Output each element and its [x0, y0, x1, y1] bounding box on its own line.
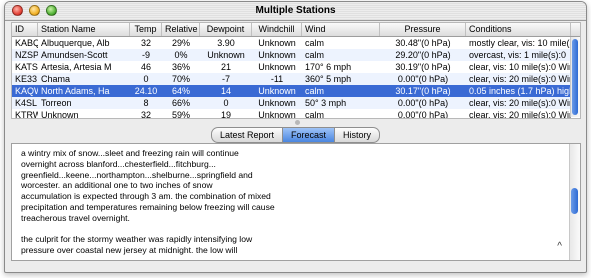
column-header-dewpoint[interactable]: Dewpoint [200, 23, 252, 36]
column-header-conditions[interactable]: Conditions [466, 23, 571, 36]
table-row[interactable]: KABQ Albuquerque, Alb 32 29% 3.90 Unknow… [12, 37, 580, 49]
cell-station-name: Amundsen-Scott [41, 50, 108, 60]
tab-forecast[interactable]: Forecast [283, 127, 336, 143]
column-header-pressure[interactable]: Pressure [380, 23, 466, 36]
cell-wind: 170° 6 mph [305, 62, 352, 72]
forecast-scrollbar[interactable] [569, 144, 580, 260]
cell-relative: 36% [171, 62, 190, 72]
column-header-station-name[interactable]: Station Name [38, 23, 130, 36]
cell-conditions: clear, vis: 20 mile(s):0 Wind from the N [469, 74, 571, 84]
cell-wind: 360° 5 mph [305, 74, 352, 84]
cell-windchill: Unknown [258, 38, 296, 48]
cell-id: KATS [15, 62, 38, 72]
table-scrollbar[interactable] [570, 37, 580, 117]
cell-wind: calm [305, 86, 325, 96]
cell-dewpoint: 14 [220, 86, 231, 96]
cell-id: KABQ [15, 38, 38, 48]
cell-relative: 0% [174, 50, 188, 60]
app-window: Multiple Stations ID Station Name Temp R… [4, 1, 587, 273]
cell-windchill: Unknown [258, 62, 296, 72]
stations-table[interactable]: ID Station Name Temp Relative Dewpoint W… [11, 22, 581, 119]
cell-windchill: -11 [270, 74, 284, 84]
column-header-id[interactable]: ID [12, 23, 38, 36]
cell-wind: calm [305, 110, 325, 119]
cell-id: NZSP [15, 50, 38, 60]
cell-temp: 24.10 [134, 86, 158, 96]
cell-wind: calm [305, 50, 325, 60]
cell-dewpoint: Unknown [207, 50, 245, 60]
cell-relative: 29% [171, 38, 190, 48]
cell-windchill: Unknown [258, 110, 296, 119]
cell-conditions: clear, vis: 20 mile(s):0 Wind Calm:0 [469, 110, 571, 119]
cell-station-name: Albuquerque, Alb [41, 38, 110, 48]
cell-dewpoint: -7 [221, 74, 230, 84]
cell-station-name: Chama [41, 74, 71, 84]
cell-windchill: Unknown [258, 98, 296, 108]
cell-wind: calm [305, 38, 325, 48]
cell-temp: 46 [140, 62, 151, 72]
cell-pressure: 0.00"(0 hPa) [397, 74, 449, 84]
cell-pressure: 30.19"(0 hPa) [395, 62, 451, 72]
cell-temp: 32 [140, 38, 151, 48]
cell-temp: 32 [140, 110, 151, 119]
cell-pressure: 29.20"(0 hPa) [395, 50, 451, 60]
cell-conditions: mostly clear, vis: 10 mile(s):0 Wind Cal… [469, 38, 571, 48]
title-bar[interactable]: Multiple Stations [5, 2, 586, 21]
cell-dewpoint: 3.90 [217, 38, 235, 48]
cell-conditions: overcast, vis: 1 mile(s):0 [469, 50, 567, 60]
cell-pressure: 30.17"(0 hPa) [395, 86, 451, 96]
column-header-windchill[interactable]: Windchill [252, 23, 302, 36]
cell-pressure: 0.00"(0 hPa) [397, 98, 449, 108]
table-row[interactable]: KATS Artesia, Artesia M 46 36% 21 Unknow… [12, 61, 580, 73]
cell-id: KAQW [15, 86, 38, 96]
splitter-grip-icon[interactable] [295, 120, 300, 125]
column-header-relative[interactable]: Relative [162, 23, 200, 36]
window-title: Multiple Stations [255, 5, 336, 16]
cell-temp: 0 [143, 74, 149, 84]
cell-dewpoint: 21 [220, 62, 231, 72]
cell-station-name: Artesia, Artesia M [41, 62, 112, 72]
cell-dewpoint: 19 [220, 110, 231, 119]
cell-wind: 50° 3 mph [305, 98, 347, 108]
column-header-temp[interactable]: Temp [130, 23, 162, 36]
cell-windchill: Unknown [258, 50, 296, 60]
cell-temp: -9 [141, 50, 150, 60]
cell-station-name: Torreon [41, 98, 72, 108]
cell-windchill: Unknown [258, 86, 296, 96]
table-row[interactable]: K4SL Torreon 8 66% 0 Unknown 50° 3 mph 0… [12, 97, 580, 109]
cell-pressure: 30.48"(0 hPa) [395, 38, 451, 48]
cell-conditions: 0.05 inches (1.7 hPa) higher than three … [469, 86, 571, 96]
text-cursor-icon: ^ [557, 241, 562, 252]
column-header-wind[interactable]: Wind [302, 23, 380, 36]
table-row[interactable]: KTRW Unknown 32 59% 19 Unknown calm 0.00… [12, 109, 580, 119]
forecast-scroll-thumb[interactable] [571, 188, 578, 214]
table-scroll-thumb[interactable] [572, 39, 578, 115]
cell-relative: 66% [171, 98, 190, 108]
forecast-text-view[interactable]: a wintry mix of snow...sleet and freezin… [11, 143, 581, 261]
cell-id: KE33 [15, 74, 38, 84]
forecast-text: a wintry mix of snow...sleet and freezin… [21, 148, 275, 256]
table-row[interactable]: NZSP Amundsen-Scott -9 0% Unknown Unknow… [12, 49, 580, 61]
cell-relative: 70% [171, 74, 190, 84]
cell-station-name: North Adams, Ha [41, 86, 110, 96]
cell-temp: 8 [143, 98, 149, 108]
cell-conditions: clear, vis: 10 mile(s):0 Wind from the S [469, 62, 571, 72]
cell-conditions: clear, vis: 20 mile(s):0 Wind from the N… [469, 98, 571, 108]
cell-id: K4SL [15, 98, 38, 108]
cell-relative: 64% [171, 86, 190, 96]
table-row-selected[interactable]: KAQW North Adams, Ha 24.10 64% 14 Unknow… [12, 85, 580, 97]
tab-bar: Latest Report Forecast History [5, 127, 586, 143]
table-header: ID Station Name Temp Relative Dewpoint W… [12, 23, 580, 37]
cell-relative: 59% [171, 110, 190, 119]
cell-pressure: 0.00"(0 hPa) [397, 110, 449, 119]
split-view-divider[interactable] [5, 120, 586, 125]
tab-latest-report[interactable]: Latest Report [210, 127, 283, 143]
table-row[interactable]: KE33 Chama 0 70% -7 -11 360° 5 mph 0.00"… [12, 73, 580, 85]
tab-history[interactable]: History [335, 127, 381, 143]
cell-dewpoint: 0 [223, 98, 229, 108]
cell-id: KTRW [15, 110, 38, 119]
cell-station-name: Unknown [41, 110, 79, 119]
